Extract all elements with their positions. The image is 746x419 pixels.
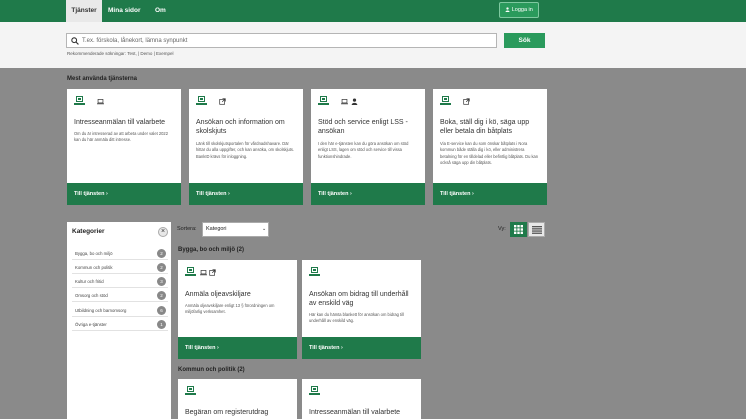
card-link[interactable]: Till tjänsten › [67,183,181,205]
card-link[interactable]: Till tjänsten › [189,183,303,205]
card-description: Om du är intresserad av att arbeta under… [74,131,168,143]
nora-logo-icon [440,96,451,107]
category-label: Kommun och politik [75,265,113,270]
count-badge: 2 [157,249,166,258]
category-label: Bygga, bo och miljö [75,251,113,256]
sidebar-item-omsorg[interactable]: Omsorg och stöd 2 [72,290,168,302]
sort-select[interactable]: Kategori ⌄ [202,222,269,237]
count-badge: 2 [157,263,166,272]
grid-icon [514,225,523,234]
category-label: Kultur och fritid [75,279,104,284]
card-title: Anmäla oljeavskiljare [185,291,251,298]
nora-logo-icon [74,96,85,107]
login-button[interactable]: Logga in [499,2,539,18]
search-input[interactable]: T.ex. förskola, lånekort, lämna synpunkt [66,33,497,48]
search-icon [71,37,79,45]
tab-label: Mina sidor [108,7,141,14]
card-title: Ansökan om bidrag till underhåll av ensk… [309,291,409,307]
category-label: Utbildning och barnomsorg [75,308,127,313]
category-label: Omsorg och stöd [75,293,108,298]
most-used-title: Mest använda tjänsterna [67,76,138,82]
external-link-icon [463,98,470,105]
service-card[interactable]: Ansökan och information om skolskjuts Lä… [189,89,303,205]
list-icon [532,226,542,234]
category-sidebar: Kategorier × Bygga, bo och miljö 2 Kommu… [67,222,171,419]
group-title: Kommun och politik (2) [178,367,245,373]
nora-logo-icon [196,96,207,107]
nora-logo-icon [318,96,329,107]
service-card[interactable]: Stöd och service enligt LSS - ansökan I … [311,89,425,205]
card-link[interactable]: Till tjänsten › [178,337,297,359]
card-title: Begäran om registerutdrag [185,409,269,416]
card-title: Intresseanmälan till valarbete [74,119,166,126]
count-badge: 6 [157,306,166,315]
card-title: Stöd och service enligt LSS - ansökan [318,119,408,135]
tab-mina-sidor[interactable]: Mina sidor [108,0,146,36]
external-link-icon [209,269,216,276]
search-placeholder: T.ex. förskola, lånekort, lämna synpunkt [82,38,188,44]
login-label: Logga in [511,7,533,13]
card-description: Via E-service kan du som önskar båtplats… [440,141,539,166]
list-view-button[interactable] [528,222,545,237]
card-description: Här kan du hämta blankett för ansökan om… [309,312,404,324]
sidebar-item-utbildning[interactable]: Utbildning och barnomsorg 6 [72,305,168,317]
card-description: Anmäla oljeavskiljare enligt 13 § förord… [185,303,275,315]
service-card[interactable]: Boka, ställ dig i kö, säga upp eller bet… [433,89,547,205]
service-card[interactable]: Begäran om registerutdrag [178,379,297,419]
computer-icon [97,98,104,105]
card-description: Länk till skolskjutsportalen för vårdnad… [196,141,295,159]
card-description: I den här e-tjänsten kan du göra ansökan… [318,141,409,159]
chevron-down-icon: ⌄ [262,226,267,232]
nora-logo-icon [185,386,196,397]
sidebar-item-kultur[interactable]: Kultur och fritid 3 [72,276,168,288]
sidebar-item-bygga[interactable]: Bygga, bo och miljö 2 [72,248,168,260]
user-icon [351,98,358,105]
nora-logo-icon [309,386,320,397]
sort-label: Sortera: [177,226,197,232]
tab-tjanster[interactable]: Tjänster [66,0,102,22]
card-title: Intresseanmälan till valarbete [309,409,401,416]
service-card[interactable]: Anmäla oljeavskiljare Anmäla oljeavskilj… [178,260,297,359]
sidebar-item-kommun[interactable]: Kommun och politik 2 [72,262,168,274]
sidebar-title: Kategorier [72,228,105,235]
search-area: T.ex. förskola, lånekort, lämna synpunkt… [0,22,746,68]
card-title: Ansökan och information om skolskjuts [196,119,285,135]
sidebar-item-ovriga[interactable]: Övriga e-tjänster 1 [72,319,168,331]
view-label: Vy: [498,226,506,232]
count-badge: 2 [157,291,166,300]
service-card[interactable]: Ansökan om bidrag till underhåll av ensk… [302,260,421,359]
count-badge: 1 [157,320,166,329]
group-title: Bygga, bo och miljö (2) [178,247,245,253]
card-link[interactable]: Till tjänsten › [311,183,425,205]
category-label: Övriga e-tjänster [75,322,107,327]
sort-value: Kategori [206,226,227,232]
close-icon[interactable]: × [158,227,168,237]
nora-logo-icon [185,267,196,278]
search-button[interactable]: Sök [504,33,545,48]
count-badge: 3 [157,277,166,286]
card-link[interactable]: Till tjänsten › [433,183,547,205]
service-card[interactable]: Intresseanmälan till valarbete Om du är … [67,89,181,205]
nora-logo-icon [309,267,320,278]
top-navigation: Tjänster Mina sidor Om Logga in [0,0,746,36]
computer-icon [200,269,207,276]
card-link[interactable]: Till tjänsten › [302,337,421,359]
tab-om[interactable]: Om [155,0,169,22]
user-icon [505,7,510,13]
service-card[interactable]: Intresseanmälan till valarbete [302,379,421,419]
grid-view-button[interactable] [510,222,527,237]
card-title: Boka, ställ dig i kö, säga upp eller bet… [440,119,530,135]
recommended-searches[interactable]: Rekommenderade sökningar: Test, | Demo |… [67,51,174,56]
external-link-icon [219,98,226,105]
computer-icon [341,98,348,105]
